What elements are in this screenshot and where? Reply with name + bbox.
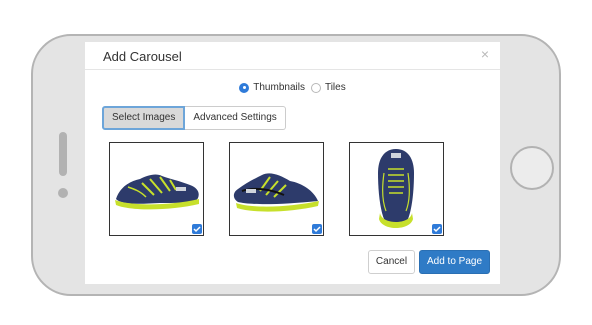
checkbox-checked-icon[interactable]	[192, 224, 202, 234]
image-thumbnail-2[interactable]	[229, 142, 324, 236]
modal-title: Add Carousel	[103, 49, 182, 64]
image-thumbnail-1[interactable]	[109, 142, 204, 236]
layout-radio-group: Thumbnails Tiles	[85, 82, 500, 93]
cancel-button[interactable]: Cancel	[368, 250, 415, 274]
speaker-slot	[59, 132, 67, 176]
shoe-image	[115, 174, 199, 210]
tab-select-images[interactable]: Select Images	[102, 106, 186, 130]
radio-button-checked[interactable]	[239, 82, 250, 93]
radio-button-unchecked[interactable]	[310, 82, 321, 93]
home-button[interactable]	[510, 146, 554, 190]
radio-thumbnails[interactable]: Thumbnails	[239, 82, 305, 93]
modal-header: Add Carousel ×	[85, 42, 500, 70]
radio-label-thumbnails: Thumbnails	[253, 82, 305, 93]
shoe-image	[233, 173, 319, 212]
tab-advanced-settings[interactable]: Advanced Settings	[185, 106, 286, 130]
settings-tabs: Select Images Advanced Settings	[102, 106, 286, 130]
checkbox-checked-icon[interactable]	[312, 224, 322, 234]
add-carousel-modal: Add Carousel × Thumbnails Tiles Select I…	[85, 42, 500, 284]
add-to-page-button[interactable]: Add to Page	[419, 250, 490, 274]
checkbox-checked-icon[interactable]	[432, 224, 442, 234]
radio-tiles[interactable]: Tiles	[310, 82, 346, 93]
stage: Add Carousel × Thumbnails Tiles Select I…	[0, 0, 592, 325]
close-icon[interactable]: ×	[481, 47, 489, 61]
image-thumbnail-3[interactable]	[349, 142, 444, 236]
shoe-image	[378, 149, 414, 228]
radio-label-tiles: Tiles	[324, 82, 346, 93]
camera-dot	[58, 188, 68, 198]
